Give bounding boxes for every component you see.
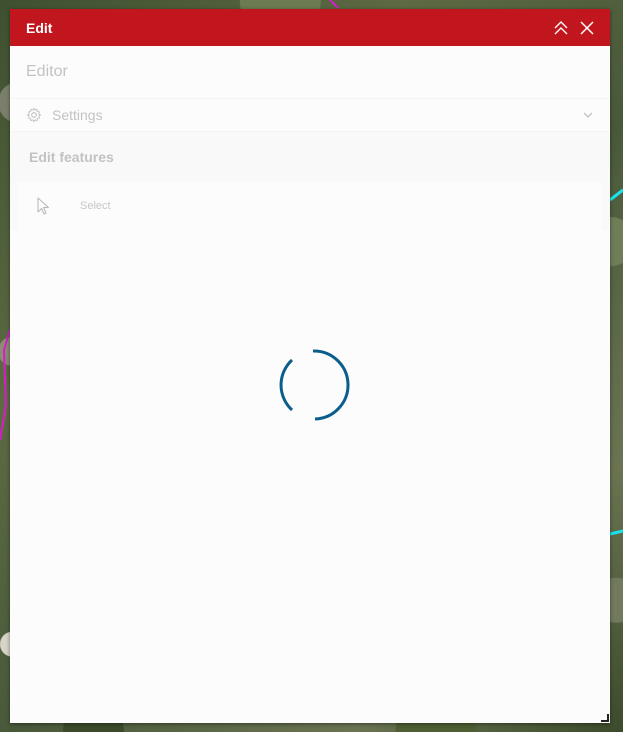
select-tool-label: Select <box>80 200 111 212</box>
edit-features-title: Edit features <box>29 149 114 165</box>
magenta-boundary-line <box>0 329 11 441</box>
edit-widget-panel: Edit Editor Settings Edit features Selec… <box>10 9 610 723</box>
widget-title: Edit <box>26 19 53 36</box>
double-chevron-up-icon <box>554 20 568 34</box>
close-icon <box>580 20 594 35</box>
gear-icon <box>26 107 42 123</box>
widget-titlebar[interactable]: Edit <box>10 9 610 46</box>
cursor-arrow-icon <box>37 197 50 215</box>
editor-content: Editor Settings Edit features Select <box>10 46 610 230</box>
edit-features-section: Edit features Select <box>10 132 610 230</box>
resize-handle[interactable] <box>601 714 609 722</box>
editor-heading: Editor <box>10 46 610 99</box>
chevron-down-icon <box>583 112 593 118</box>
close-button[interactable] <box>574 15 600 41</box>
cyan-feature-line-bottom <box>609 529 623 536</box>
magenta-boundary-line-top <box>329 0 339 9</box>
loading-spinner-icon <box>279 349 350 421</box>
settings-label: Settings <box>52 107 103 123</box>
cyan-feature-line-top <box>609 188 623 202</box>
collapse-button[interactable] <box>548 15 574 41</box>
select-tool-button[interactable]: Select <box>18 182 602 230</box>
settings-expander[interactable]: Settings <box>10 99 610 132</box>
